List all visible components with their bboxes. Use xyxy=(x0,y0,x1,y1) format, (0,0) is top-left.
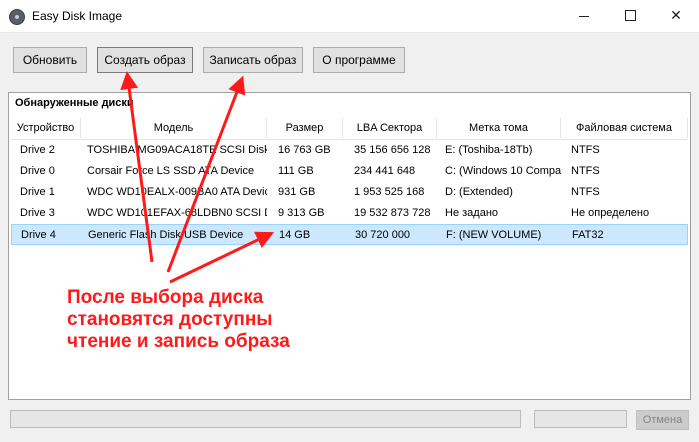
disk-app-icon xyxy=(9,9,25,25)
title-bar: Easy Disk Image ✕ xyxy=(0,0,699,33)
maximize-button[interactable] xyxy=(607,0,653,31)
cell-volume-label: E: (Toshiba-18Tb) xyxy=(445,144,533,156)
status-box xyxy=(534,410,627,428)
cell-file-system: NTFS xyxy=(571,165,600,177)
close-icon: ✕ xyxy=(670,7,682,23)
cell-model: Generic Flash Disk USB Device xyxy=(88,229,244,241)
cell-device: Drive 4 xyxy=(21,229,56,241)
write-image-button[interactable]: Записать образ xyxy=(203,47,303,73)
cell-lba-sectors: 234 441 648 xyxy=(354,165,416,177)
disk-row-drive-4[interactable]: Drive 4 Generic Flash Disk USB Device 14… xyxy=(11,224,688,245)
cell-size: 111 GB xyxy=(278,165,314,177)
cell-volume-label: D: (Extended) xyxy=(445,186,513,198)
cell-lba-sectors: 1 953 525 168 xyxy=(354,186,425,198)
cancel-button[interactable]: Отмена xyxy=(636,410,689,430)
disk-row-drive-2[interactable]: Drive 2 TOSHIBA MG09ACA18TE SCSI Disk De… xyxy=(11,140,688,161)
cell-model: WDC WD101EFAX-68LDBN0 SCSI Disk Device xyxy=(87,207,267,219)
cell-device: Drive 0 xyxy=(20,165,55,177)
cell-size: 931 GB xyxy=(278,186,316,198)
cell-lba-sectors: 19 532 873 728 xyxy=(354,207,431,219)
group-title: Обнаруженные диски xyxy=(15,97,134,109)
column-header-size[interactable]: Размер xyxy=(267,118,343,138)
create-image-button[interactable]: Создать образ xyxy=(97,47,193,73)
cell-lba-sectors: 35 156 656 128 xyxy=(354,144,431,156)
cell-device: Drive 1 xyxy=(20,186,55,198)
cell-size: 14 GB xyxy=(279,229,311,241)
cell-model: Corsair Force LS SSD ATA Device xyxy=(87,165,255,177)
cell-model: TOSHIBA MG09ACA18TE SCSI Disk Device xyxy=(87,144,267,156)
cell-file-system: NTFS xyxy=(571,144,600,156)
close-button[interactable]: ✕ xyxy=(653,0,699,31)
annotation-line-3: чтение и запись образа xyxy=(67,331,290,352)
minimize-icon xyxy=(579,15,589,17)
disk-list-header: Устройство Модель Размер LBA Сектора Мет… xyxy=(11,118,688,140)
disk-row-drive-1[interactable]: Drive 1 WDC WD10EALX-009BA0 ATA Device 9… xyxy=(11,182,688,203)
column-header-volume-label[interactable]: Метка тома xyxy=(437,118,561,138)
about-button[interactable]: О программе xyxy=(313,47,405,73)
disk-row-drive-3[interactable]: Drive 3 WDC WD101EFAX-68LDBN0 SCSI Disk … xyxy=(11,203,688,224)
annotation-line-2: становятся доступны xyxy=(67,309,273,330)
column-header-device[interactable]: Устройство xyxy=(11,118,81,138)
cell-model: WDC WD10EALX-009BA0 ATA Device xyxy=(87,186,267,198)
progress-bar xyxy=(10,410,521,428)
column-header-model[interactable]: Модель xyxy=(81,118,267,138)
cell-size: 9 313 GB xyxy=(278,207,325,219)
column-header-lba-sectors[interactable]: LBA Сектора xyxy=(343,118,437,138)
annotation-text: После выбора диска становятся доступны ч… xyxy=(67,287,357,353)
refresh-button[interactable]: Обновить xyxy=(13,47,87,73)
cell-volume-label: C: (Windows 10 Compact) xyxy=(445,165,561,177)
column-header-file-system[interactable]: Файловая система xyxy=(561,118,688,138)
minimize-button[interactable] xyxy=(561,0,607,31)
cell-lba-sectors: 30 720 000 xyxy=(355,229,411,241)
maximize-icon xyxy=(624,9,636,21)
window-title: Easy Disk Image xyxy=(32,9,123,23)
cell-file-system: NTFS xyxy=(571,186,600,198)
cell-file-system: Не определено xyxy=(571,207,650,219)
cell-volume-label: F: (NEW VOLUME) xyxy=(446,229,542,241)
cell-file-system: FAT32 xyxy=(572,229,604,241)
detected-disks-group: Обнаруженные диски Устройство Модель Раз… xyxy=(8,92,691,400)
cell-device: Drive 3 xyxy=(20,207,55,219)
annotation-line-1: После выбора диска xyxy=(67,287,264,308)
disk-row-drive-0[interactable]: Drive 0 Corsair Force LS SSD ATA Device … xyxy=(11,161,688,182)
cell-volume-label: Не задано xyxy=(445,207,499,219)
cell-size: 16 763 GB xyxy=(278,144,331,156)
cell-device: Drive 2 xyxy=(20,144,55,156)
